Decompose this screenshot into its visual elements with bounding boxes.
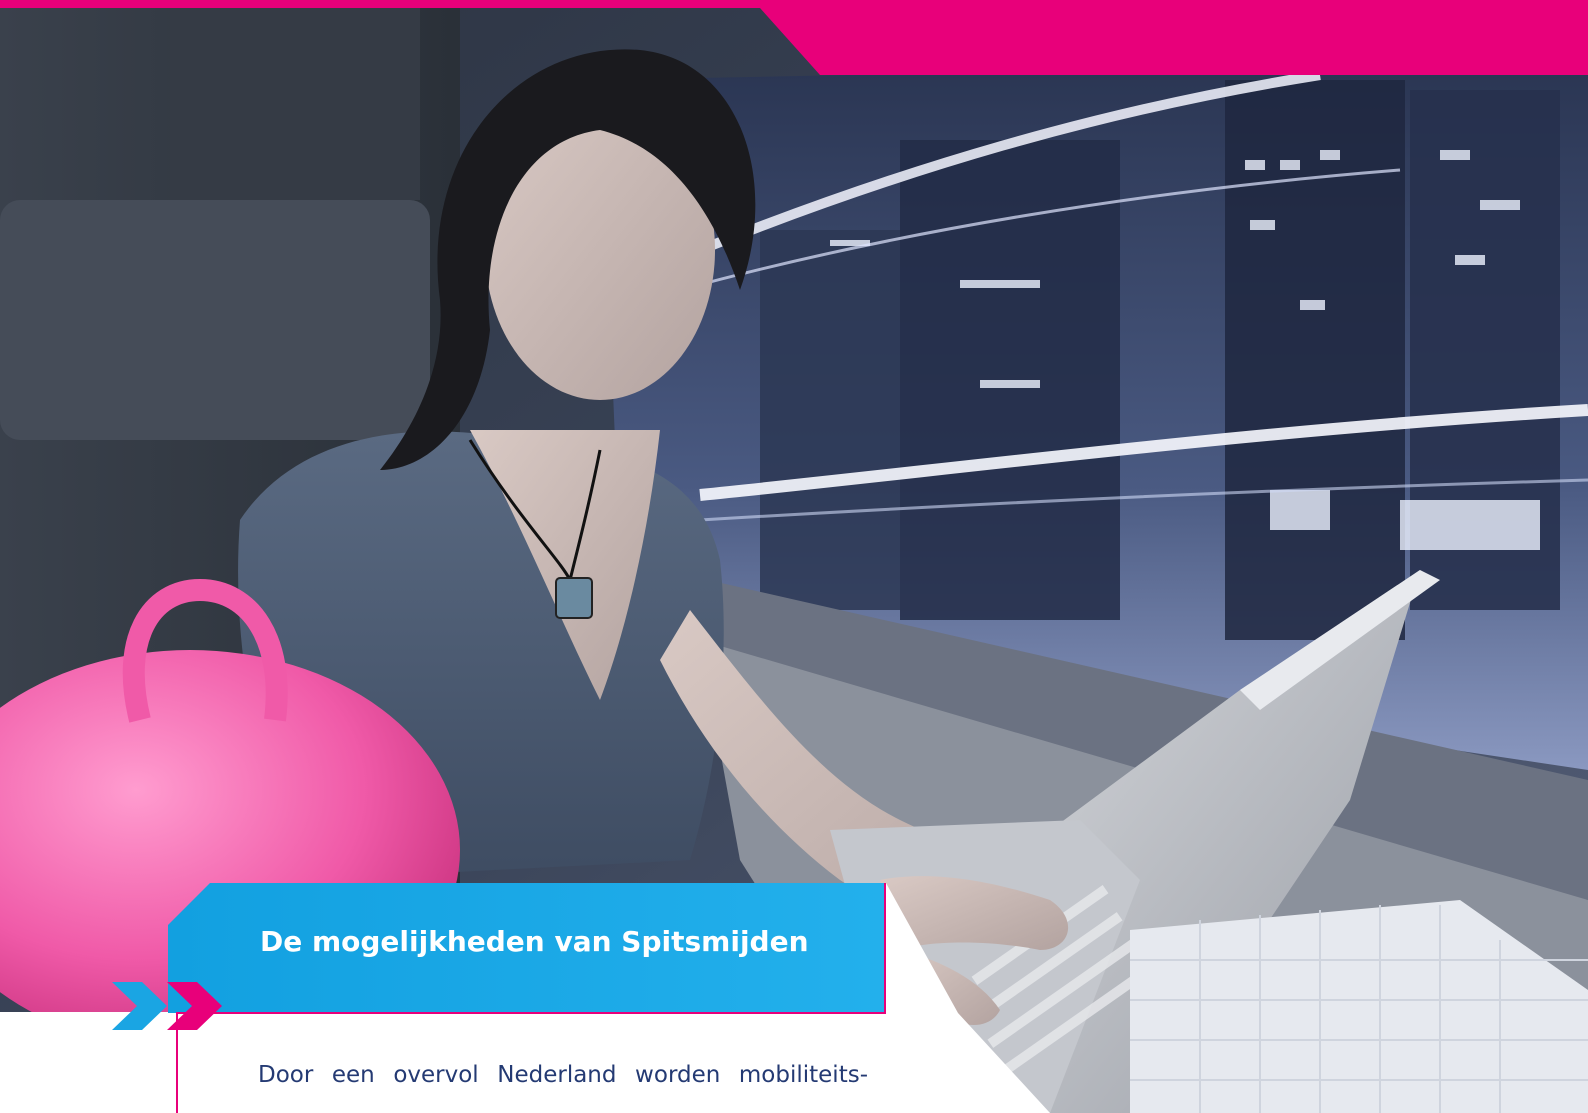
heading-box: De mogelijkheden van Spitsmijden <box>168 883 886 1013</box>
heading-right-rule <box>884 883 886 1014</box>
body-paragraph: Door een overvol Nederland worden mobili… <box>258 1062 868 1088</box>
brochure-page: De mogelijkheden van Spitsmijden Door ee… <box>0 0 1588 1113</box>
pink-top-banner <box>0 0 1588 75</box>
heading-bottom-rule <box>176 1012 886 1014</box>
heading-title: De mogelijkheden van Spitsmijden <box>260 925 809 958</box>
double-chevron-icon <box>112 982 222 1030</box>
